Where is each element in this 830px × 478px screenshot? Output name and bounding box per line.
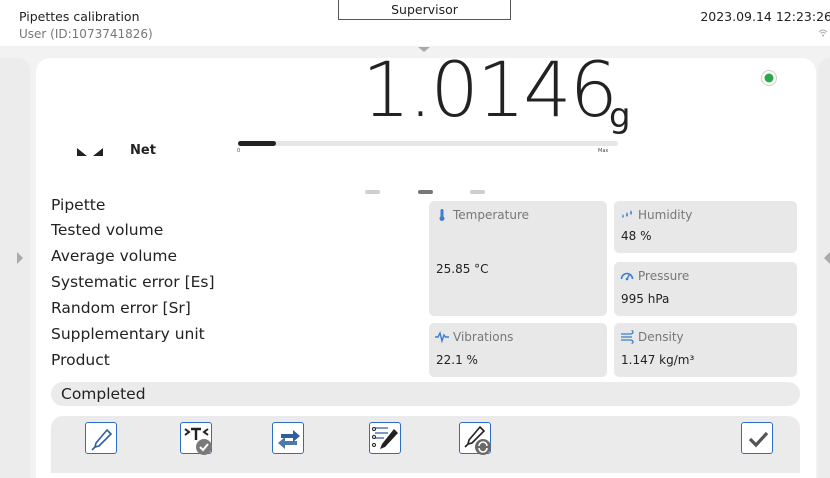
- humidity-icon: [622, 210, 632, 218]
- param-pipette[interactable]: Pipette: [51, 196, 105, 214]
- tare-confirm-button[interactable]: [180, 422, 212, 455]
- page-dot-3[interactable]: [470, 190, 485, 194]
- logged-user[interactable]: User (ID:1073741826): [19, 27, 153, 41]
- pipette-refresh-button[interactable]: [459, 422, 491, 455]
- bottom-toolbar: [51, 416, 800, 473]
- transfer-button[interactable]: [272, 422, 304, 454]
- vibrations-tile[interactable]: Vibrations 22.1 %: [429, 323, 607, 377]
- weighing-range-fill: [238, 141, 276, 146]
- pipette-refresh-icon: [464, 425, 491, 455]
- density-tile[interactable]: Density 1.147 kg/m³: [614, 323, 797, 377]
- role-label: Supervisor: [391, 2, 458, 17]
- density-value: 1.147 kg/m³: [621, 353, 695, 367]
- param-average-volume[interactable]: Average volume: [51, 247, 177, 265]
- top-status-bar: Pipettes calibration User (ID:1073741826…: [0, 0, 830, 46]
- report-edit-button[interactable]: [369, 422, 401, 454]
- net-label: Net: [130, 143, 156, 158]
- right-side-panel[interactable]: [818, 58, 830, 478]
- temperature-tile[interactable]: Temperature 25.85 °C: [429, 201, 607, 316]
- wifi-icon: [818, 29, 828, 37]
- pipette-button[interactable]: [85, 422, 117, 454]
- status-text: Completed: [61, 385, 146, 403]
- param-systematic-error[interactable]: Systematic error [Es]: [51, 273, 215, 291]
- status-bar: Completed: [51, 382, 800, 406]
- temperature-value: 25.85 °C: [436, 262, 489, 276]
- param-supplementary-unit[interactable]: Supplementary unit: [51, 325, 205, 343]
- net-icon: [77, 148, 103, 156]
- transfer-icon: [278, 430, 300, 449]
- vibrations-value: 22.1 %: [436, 353, 478, 367]
- confirm-button[interactable]: [741, 422, 773, 454]
- param-product[interactable]: Product: [51, 351, 110, 369]
- tare-confirm-icon: [184, 427, 212, 455]
- gauge-icon: [620, 272, 634, 281]
- weight-unit[interactable]: g: [609, 99, 631, 133]
- temperature-label: Temperature: [453, 208, 530, 222]
- pipette-icon: [91, 428, 113, 451]
- right-panel-arrow-icon[interactable]: [824, 252, 830, 264]
- humidity-label: Humidity: [638, 208, 693, 222]
- datetime: 2023.09.14 12:23:26: [700, 9, 830, 24]
- page-dot-2[interactable]: [418, 190, 433, 194]
- weighing-range-bar: [238, 141, 618, 146]
- weight-value: 1.0146: [362, 45, 618, 134]
- range-max-label: Max: [598, 148, 609, 154]
- confirm-icon: [748, 431, 769, 448]
- param-tested-volume[interactable]: Tested volume: [51, 221, 163, 239]
- pressure-value: 995 hPa: [621, 292, 670, 306]
- range-min-label: 0: [237, 148, 241, 154]
- thermometer-icon: [439, 209, 445, 221]
- report-edit-icon: [372, 427, 398, 449]
- humidity-tile[interactable]: Humidity 48 %: [614, 201, 797, 253]
- humidity-value: 48 %: [621, 229, 652, 243]
- pressure-label: Pressure: [638, 269, 690, 283]
- stability-indicator-icon: [761, 70, 777, 86]
- left-panel-arrow-icon[interactable]: [17, 252, 23, 264]
- density-label: Density: [638, 330, 684, 344]
- param-random-error[interactable]: Random error [Sr]: [51, 299, 191, 317]
- pressure-tile[interactable]: Pressure 995 hPa: [614, 262, 797, 316]
- role-tab[interactable]: Supervisor: [338, 0, 511, 20]
- app-title: Pipettes calibration: [19, 9, 140, 24]
- vibration-icon: [435, 330, 449, 344]
- density-icon: [621, 330, 634, 344]
- left-side-panel[interactable]: [0, 58, 30, 478]
- page-dot-1[interactable]: [365, 190, 380, 194]
- vibrations-label: Vibrations: [453, 330, 514, 344]
